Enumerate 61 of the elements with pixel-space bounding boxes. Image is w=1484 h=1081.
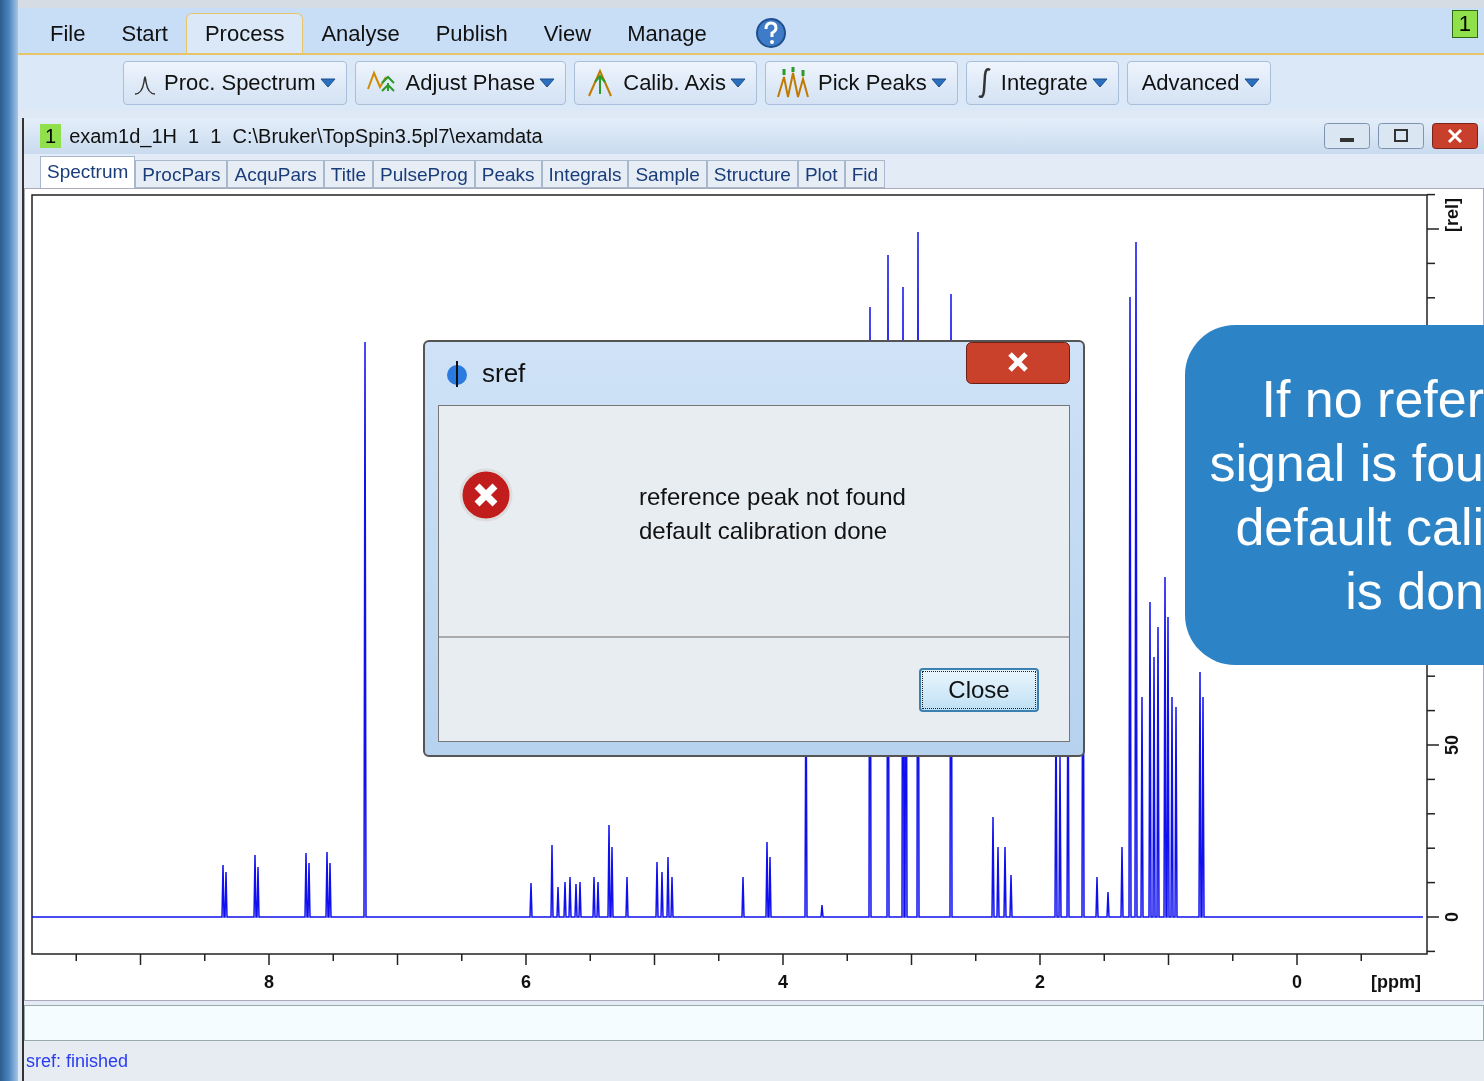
axis-tick-label: 2 bbox=[1035, 972, 1045, 992]
integral-icon bbox=[976, 66, 993, 99]
document-tab[interactable]: ProcPars bbox=[135, 160, 228, 188]
caret-icon bbox=[1091, 77, 1108, 88]
caret-icon bbox=[930, 77, 947, 88]
document-tab[interactable]: Integrals bbox=[541, 160, 629, 188]
document-tab[interactable]: Peaks bbox=[474, 160, 542, 188]
menu-tab[interactable]: Analyse bbox=[303, 13, 418, 53]
close-icon[interactable] bbox=[966, 342, 1070, 384]
dialog-title: sref bbox=[482, 357, 526, 390]
document-title: exam1d_1H 1 1 C:\Bruker\TopSpin3.5pl7\examdata bbox=[69, 124, 543, 150]
document-tab[interactable]: Fid bbox=[844, 160, 886, 188]
window-number: 1 bbox=[1451, 10, 1478, 38]
maximize-icon[interactable] bbox=[1378, 123, 1424, 149]
axis-unit-label: [ppm] bbox=[1371, 972, 1421, 992]
axis-tick-label: 0 bbox=[1442, 912, 1462, 922]
document-tab[interactable]: Title bbox=[323, 160, 374, 188]
dialog-message: reference peak not found bbox=[639, 482, 906, 512]
callout-text: is don bbox=[1345, 561, 1484, 622]
menu-tab[interactable]: Publish bbox=[417, 13, 526, 53]
caret-icon bbox=[1243, 77, 1260, 88]
toolbar-button[interactable]: Pick Peaks bbox=[764, 60, 958, 105]
caret-icon bbox=[729, 77, 746, 88]
axis-tick-label: 4 bbox=[778, 972, 788, 992]
peaks-icon bbox=[775, 66, 810, 99]
document-tab[interactable]: PulseProg bbox=[373, 160, 475, 188]
axis-tick-label: 6 bbox=[521, 972, 531, 992]
document-tab[interactable]: Spectrum bbox=[40, 156, 136, 188]
dialog-message: default calibration done bbox=[639, 516, 889, 546]
axis-tick-label: 50 bbox=[1442, 735, 1462, 755]
toolbar-button[interactable]: Calib. Axis bbox=[574, 60, 757, 105]
document-tab[interactable]: Plot bbox=[797, 160, 845, 188]
window-number: 1 bbox=[40, 124, 62, 148]
help-icon[interactable] bbox=[754, 17, 787, 49]
minimize-icon[interactable] bbox=[1324, 123, 1370, 149]
axis-tick-label: 8 bbox=[264, 972, 274, 992]
command-field[interactable] bbox=[24, 1005, 1484, 1041]
app-icon bbox=[444, 358, 470, 389]
toolbar-button[interactable]: Proc. Spectrum bbox=[123, 60, 347, 105]
toolbar-button[interactable]: Advanced bbox=[1126, 60, 1271, 105]
callout-text: If no refer bbox=[1261, 369, 1484, 430]
menu-tab[interactable]: Manage bbox=[609, 13, 725, 53]
toolbar-button[interactable]: Adjust Phase bbox=[354, 60, 567, 105]
menu-tab[interactable]: Start bbox=[103, 13, 186, 53]
caret-icon bbox=[539, 77, 556, 88]
close-button[interactable]: Close bbox=[919, 668, 1039, 712]
caret-icon bbox=[319, 77, 336, 88]
close-icon[interactable] bbox=[1432, 123, 1478, 149]
menu-tab[interactable]: Process bbox=[185, 13, 304, 53]
document-tab[interactable]: Sample bbox=[628, 160, 707, 188]
menu-tab[interactable]: File bbox=[32, 13, 104, 53]
menu-tab[interactable]: View bbox=[525, 13, 610, 53]
callout-text: default cali bbox=[1235, 497, 1484, 558]
error-icon bbox=[459, 468, 513, 522]
callout-text: signal is fou bbox=[1209, 433, 1484, 494]
toolbar-button[interactable]: Integrate bbox=[965, 60, 1119, 105]
axis-unit-label: [rel] bbox=[1442, 198, 1462, 232]
status-text: sref: finished bbox=[26, 1049, 129, 1073]
axis-tick-label: 0 bbox=[1292, 972, 1302, 992]
document-tab[interactable]: AcquPars bbox=[227, 160, 324, 188]
document-tab[interactable]: Structure bbox=[706, 160, 798, 188]
